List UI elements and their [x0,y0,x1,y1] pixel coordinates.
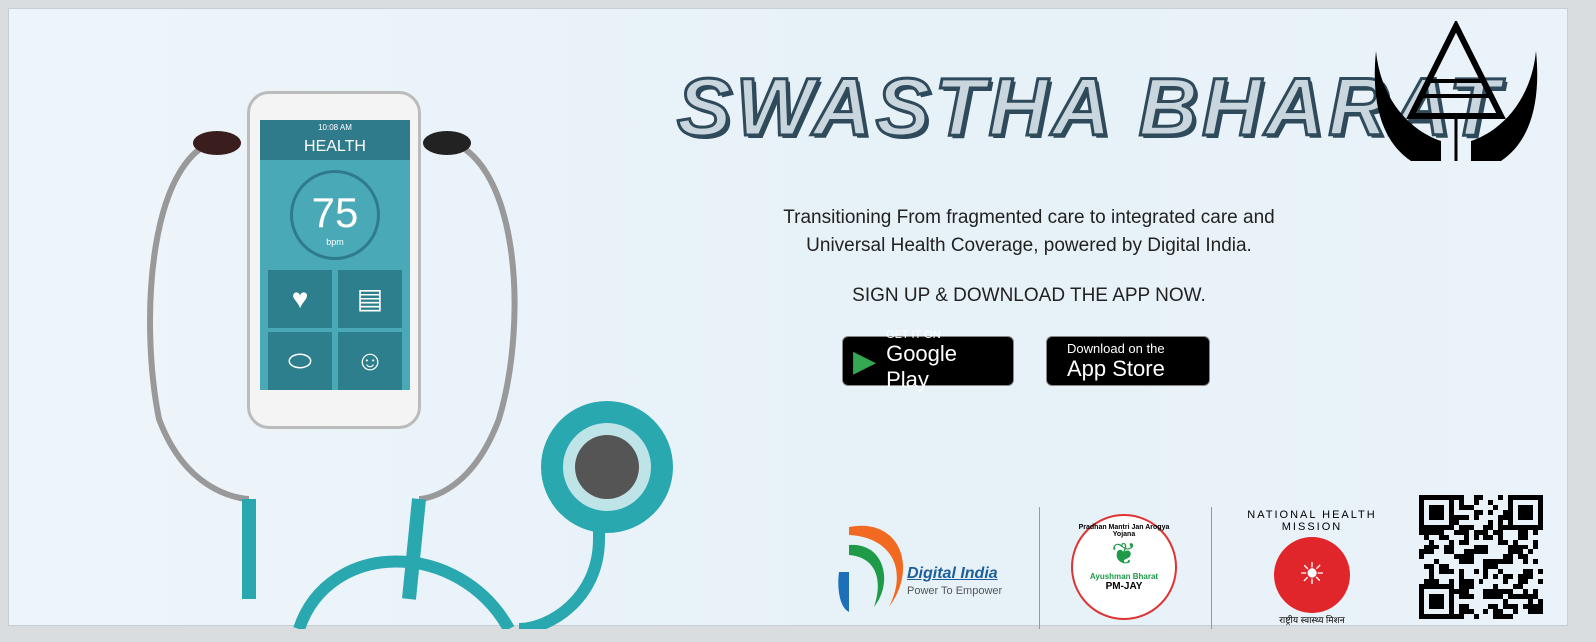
google-play-button[interactable]: ▶ GET IT ON Google Play [842,329,1014,392]
phone-header: HEALTH [304,138,366,155]
divider [1211,507,1212,629]
digital-india-logo: Digital India Power To Empower [829,517,1009,617]
doctor-icon: ☺ [338,332,402,390]
divider [1039,507,1040,629]
hands-pyramid-logo [1374,21,1538,161]
heart-rate-dial: 75 bpm [290,170,380,260]
nhm-logo: NATIONAL HEALTH MISSION ☀ राष्ट्रीय स्वा… [1247,509,1377,625]
banner: 10:08 AM HEALTH 75 bpm ♥ ▤ ⬭ ☺ SWASTHA BHA… [8,8,1568,629]
app-store-button[interactable]: Download on the App Store [1046,336,1210,386]
heart-icon: ♥ [268,270,332,328]
pill-icon: ⬭ [268,332,332,390]
phone-illustration: 10:08 AM HEALTH 75 bpm ♥ ▤ ⬭ ☺ [247,91,421,429]
pmjay-logo: Pradhan Mantri Jan Arogya Yojana ❦ Ayush… [1071,514,1177,620]
google-play-icon: ▶ [853,344,877,378]
phone-time: 10:08 AM [318,123,352,132]
qr-code [1419,495,1543,619]
clipboard-icon: ▤ [338,270,402,328]
tagline: Transitioning From fragmented care to in… [783,207,1275,256]
cta-text: SIGN UP & DOWNLOAD THE APP NOW. [852,285,1206,306]
